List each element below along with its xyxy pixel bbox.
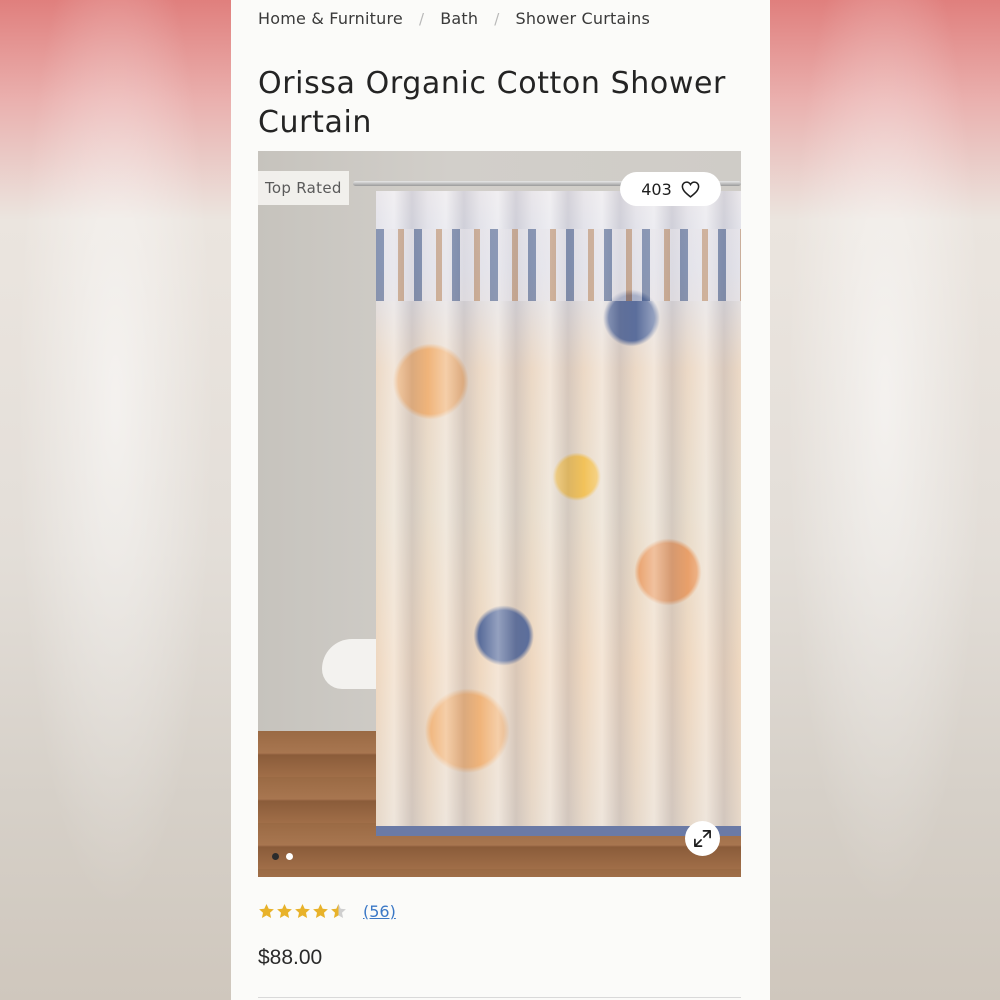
background-left (0, 0, 231, 1000)
reviews-link[interactable]: (56) (363, 902, 396, 921)
divider (258, 997, 741, 998)
product-image-gallery[interactable]: Top Rated 403 (258, 151, 741, 877)
product-price: $88.00 (258, 946, 323, 969)
star-icon (331, 904, 346, 918)
product-image-curtain-band (376, 229, 741, 301)
heart-outline-icon (681, 180, 700, 198)
gallery-dot-1[interactable] (272, 853, 279, 860)
breadcrumb-separator: / (418, 9, 425, 28)
breadcrumb: Home & Furniture / Bath / Shower Curtain… (258, 9, 650, 28)
product-title: Orissa Organic Cotton Shower Curtain (258, 66, 726, 140)
gallery-pagination (272, 853, 293, 860)
star-icon (313, 904, 328, 918)
product-panel: Home & Furniture / Bath / Shower Curtain… (231, 0, 770, 1000)
background-right (770, 0, 1000, 1000)
breadcrumb-separator: / (494, 9, 500, 28)
star-icon (259, 904, 274, 918)
breadcrumb-shower-curtains[interactable]: Shower Curtains (515, 9, 650, 28)
expand-image-button[interactable] (685, 821, 720, 856)
star-icon (295, 904, 310, 918)
expand-arrows-icon (694, 830, 711, 847)
breadcrumb-home-furniture[interactable]: Home & Furniture (258, 9, 403, 28)
gallery-dot-2[interactable] (286, 853, 293, 860)
top-rated-badge: Top Rated (258, 171, 349, 205)
favorite-button[interactable]: 403 (620, 172, 721, 206)
star-icon (277, 904, 292, 918)
product-rating: (56) (258, 902, 396, 921)
favorite-count: 403 (641, 179, 672, 199)
breadcrumb-bath[interactable]: Bath (440, 9, 478, 28)
star-rating (258, 903, 347, 920)
